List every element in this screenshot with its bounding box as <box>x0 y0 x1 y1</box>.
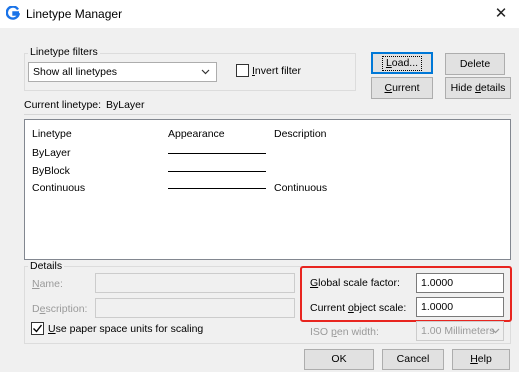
linetype-description: Continuous <box>274 182 328 194</box>
current-text: urrent <box>392 82 420 94</box>
title-bar[interactable]: Linetype Manager ✕ <box>0 0 519 28</box>
iso-pen-select[interactable]: 1.00 Millimeters <box>416 321 504 341</box>
cancel-button[interactable]: Cancel <box>382 349 444 370</box>
details-title: Details <box>28 260 65 272</box>
linetype-appearance-line <box>168 188 266 189</box>
chevron-down-icon <box>491 328 500 334</box>
invert-filter-label[interactable]: Invert filter <box>252 65 301 77</box>
linetype-appearance-line <box>168 153 266 154</box>
delete-button[interactable]: Delete <box>445 53 505 75</box>
current-linetype-value: ByLayer <box>106 99 145 111</box>
linetype-manager-dialog: Linetype Manager ✕ Linetype filters Show… <box>0 0 519 372</box>
name-field[interactable] <box>95 273 295 293</box>
paper-space-mnemonic: U <box>48 323 56 335</box>
column-header-appearance[interactable]: Appearance <box>168 128 225 140</box>
hide-details-text: etails <box>480 82 506 94</box>
hide-details-prefix: Hide <box>450 82 476 94</box>
iso-pen-text: en width: <box>336 326 379 338</box>
linetype-filter-select[interactable]: Show all linetypes <box>28 62 217 82</box>
invert-filter-checkbox[interactable] <box>236 64 249 77</box>
current-linetype-label: Current linetype: <box>24 99 102 111</box>
current-button[interactable]: Current <box>371 77 433 99</box>
linetype-filters-title: Linetype filters <box>28 46 100 58</box>
current-mnemonic: C <box>384 82 393 94</box>
load-text: oad... <box>391 57 419 69</box>
help-button[interactable]: Help <box>452 349 510 370</box>
linetype-list[interactable] <box>24 119 511 260</box>
load-button[interactable]: Load... <box>371 52 433 74</box>
iso-pen-label: ISO pen width: <box>310 326 379 338</box>
linetype-name: Continuous <box>32 182 86 194</box>
linetype-filter-value: Show all linetypes <box>33 66 118 78</box>
iso-pen-value: 1.00 Millimeters <box>421 325 495 337</box>
highlight-annotation <box>300 266 512 322</box>
name-text: ame: <box>39 278 63 290</box>
description-text: scription: <box>45 303 88 315</box>
description-label: Description: <box>32 303 87 315</box>
name-label: Name: <box>32 278 63 290</box>
checkmark-icon <box>33 324 43 333</box>
divider <box>24 114 511 115</box>
load-button-label: Load... <box>381 56 423 71</box>
linetype-appearance-line <box>168 171 266 172</box>
linetype-name: ByBlock <box>32 165 70 177</box>
description-prefix: D <box>32 303 40 315</box>
invert-filter-text: nvert filter <box>254 65 302 77</box>
help-text: elp <box>477 353 492 365</box>
description-field[interactable] <box>95 298 295 318</box>
paper-space-checkbox[interactable] <box>31 322 44 335</box>
help-mnemonic: H <box>470 353 478 365</box>
iso-pen-prefix: ISO <box>310 326 332 338</box>
chevron-down-icon <box>201 69 210 75</box>
gstarcad-logo-icon <box>6 6 20 20</box>
column-header-description[interactable]: Description <box>274 128 327 140</box>
paper-space-text: se paper space units for scaling <box>55 323 204 335</box>
column-header-linetype[interactable]: Linetype <box>32 128 72 140</box>
name-mnemonic: N <box>32 278 40 290</box>
window-title: Linetype Manager <box>26 7 123 21</box>
ok-button[interactable]: OK <box>304 349 374 370</box>
close-icon[interactable]: ✕ <box>489 4 513 24</box>
hide-details-button[interactable]: Hide details <box>445 77 511 99</box>
linetype-name: ByLayer <box>32 147 71 159</box>
paper-space-label[interactable]: Use paper space units for scaling <box>48 323 203 335</box>
